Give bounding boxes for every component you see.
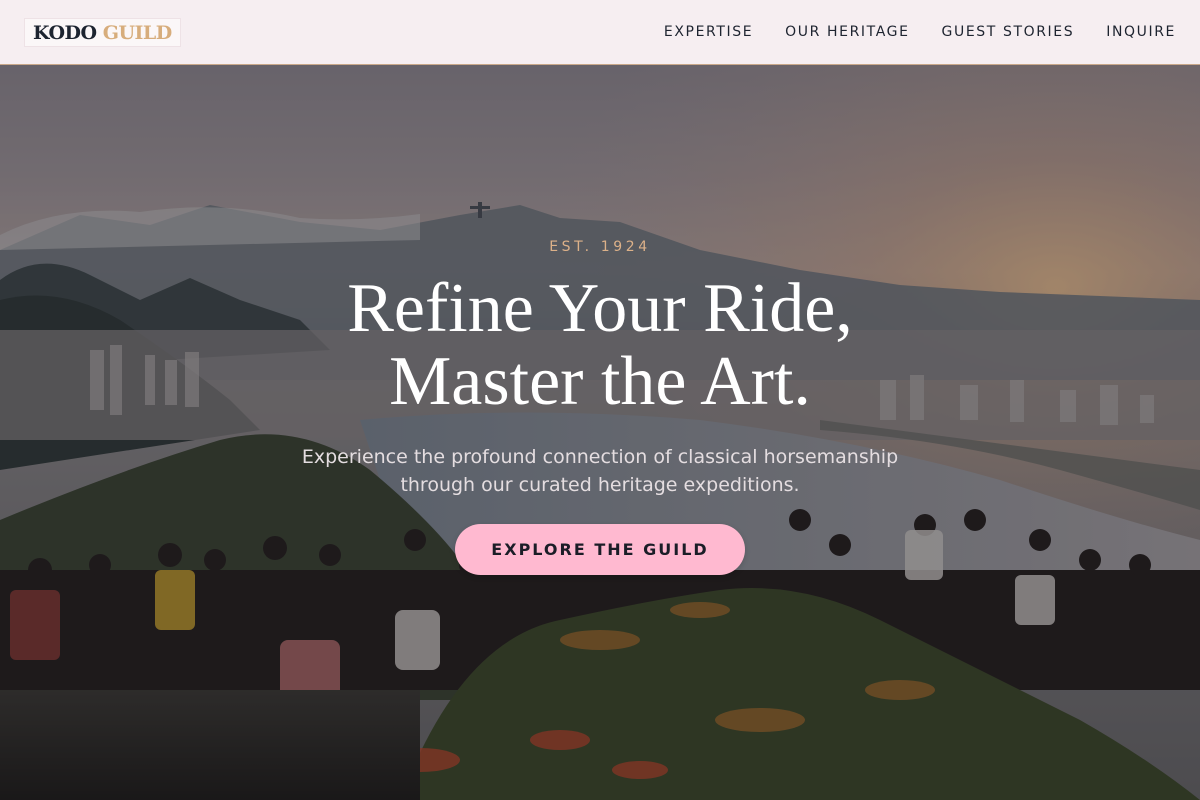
hero-headline-line-2: Master the Art. — [389, 343, 811, 420]
hero-content: EST. 1924 Refine Your Ride, Master the A… — [0, 0, 1200, 800]
hero-subtitle-line-2: through our curated heritage expeditions… — [400, 474, 800, 496]
top-navigation-bar: KODO GUILD EXPERTISE OUR HERITAGE GUEST … — [0, 0, 1200, 65]
hero-subtitle: Experience the profound connection of cl… — [0, 443, 1200, 499]
nav-link-guest-stories[interactable]: GUEST STORIES — [942, 24, 1075, 40]
brand-name-primary: KODO — [33, 21, 97, 44]
hero-headline-line-1: Refine Your Ride, — [347, 270, 853, 347]
nav-link-expertise[interactable]: EXPERTISE — [664, 24, 753, 40]
primary-nav: EXPERTISE OUR HERITAGE GUEST STORIES INQ… — [632, 24, 1176, 40]
brand-logo[interactable]: KODO GUILD — [24, 17, 181, 47]
established-eyebrow: EST. 1924 — [549, 239, 651, 255]
hero-subtitle-line-1: Experience the profound connection of cl… — [301, 446, 899, 468]
hero-headline: Refine Your Ride, Master the Art. — [0, 272, 1200, 418]
nav-link-our-heritage[interactable]: OUR HERITAGE — [785, 24, 909, 40]
nav-link-inquire[interactable]: INQUIRE — [1106, 24, 1176, 40]
explore-the-guild-button[interactable]: EXPLORE THE GUILD — [455, 524, 745, 575]
brand-name-accent: GUILD — [102, 21, 173, 44]
